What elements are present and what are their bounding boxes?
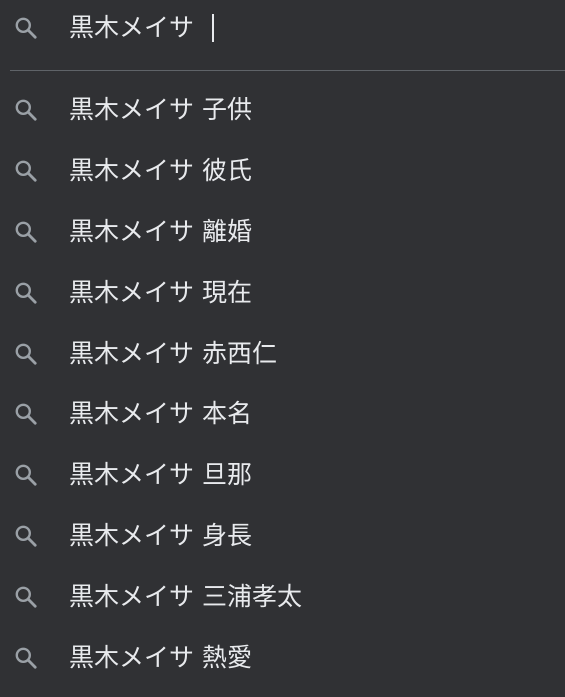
suggestion-item[interactable]: 黒木メイサ 熱愛 — [0, 627, 565, 688]
search-icon — [13, 462, 39, 488]
search-box[interactable]: 黒木メイサ — [0, 0, 565, 56]
suggestion-label: 黒木メイサ 身長 — [69, 520, 252, 550]
search-icon — [13, 15, 39, 41]
suggestion-item[interactable]: 黒木メイサ 子供 — [0, 80, 565, 141]
divider — [10, 70, 565, 71]
text-caret — [212, 14, 215, 42]
suggestion-label: 黒木メイサ 現在 — [69, 277, 252, 307]
suggestion-label: 黒木メイサ 赤西仁 — [69, 338, 277, 368]
search-autocomplete-panel: 黒木メイサ 黒木メイサ 子供 黒木メイサ 彼氏 黒木メイサ 離婚 黒木メイサ 現… — [0, 0, 565, 697]
suggestion-item[interactable]: 黒木メイサ 彼氏 — [0, 141, 565, 202]
suggestion-item[interactable]: 黒木メイサ 旦那 — [0, 445, 565, 506]
suggestion-item[interactable]: 黒木メイサ 離婚 — [0, 202, 565, 263]
suggestion-label: 黒木メイサ 三浦孝太 — [69, 581, 302, 611]
search-icon — [13, 341, 39, 367]
search-icon — [13, 645, 39, 671]
search-icon — [13, 97, 39, 123]
search-icon — [13, 280, 39, 306]
search-input[interactable]: 黒木メイサ — [69, 13, 194, 43]
suggestion-label: 黒木メイサ 熱愛 — [69, 642, 252, 672]
search-icon — [13, 158, 39, 184]
suggestion-item[interactable]: 黒木メイサ 三浦孝太 — [0, 566, 565, 627]
search-icon — [13, 401, 39, 427]
suggestion-label: 黒木メイサ 離婚 — [69, 216, 252, 246]
search-icon — [13, 584, 39, 610]
suggestion-item[interactable]: 黒木メイサ 本名 — [0, 384, 565, 445]
suggestion-label: 黒木メイサ 旦那 — [69, 460, 252, 490]
suggestion-label: 黒木メイサ 本名 — [69, 399, 252, 429]
suggestion-label: 黒木メイサ 子供 — [69, 95, 252, 125]
suggestion-item[interactable]: 黒木メイサ 身長 — [0, 506, 565, 567]
search-icon — [13, 523, 39, 549]
suggestion-label: 黒木メイサ 彼氏 — [69, 156, 252, 186]
search-icon — [13, 219, 39, 245]
suggestion-item[interactable]: 黒木メイサ 現在 — [0, 262, 565, 323]
suggestion-item[interactable]: 黒木メイサ 赤西仁 — [0, 323, 565, 384]
suggestion-list: 黒木メイサ 子供 黒木メイサ 彼氏 黒木メイサ 離婚 黒木メイサ 現在 黒木メイ… — [0, 80, 565, 688]
